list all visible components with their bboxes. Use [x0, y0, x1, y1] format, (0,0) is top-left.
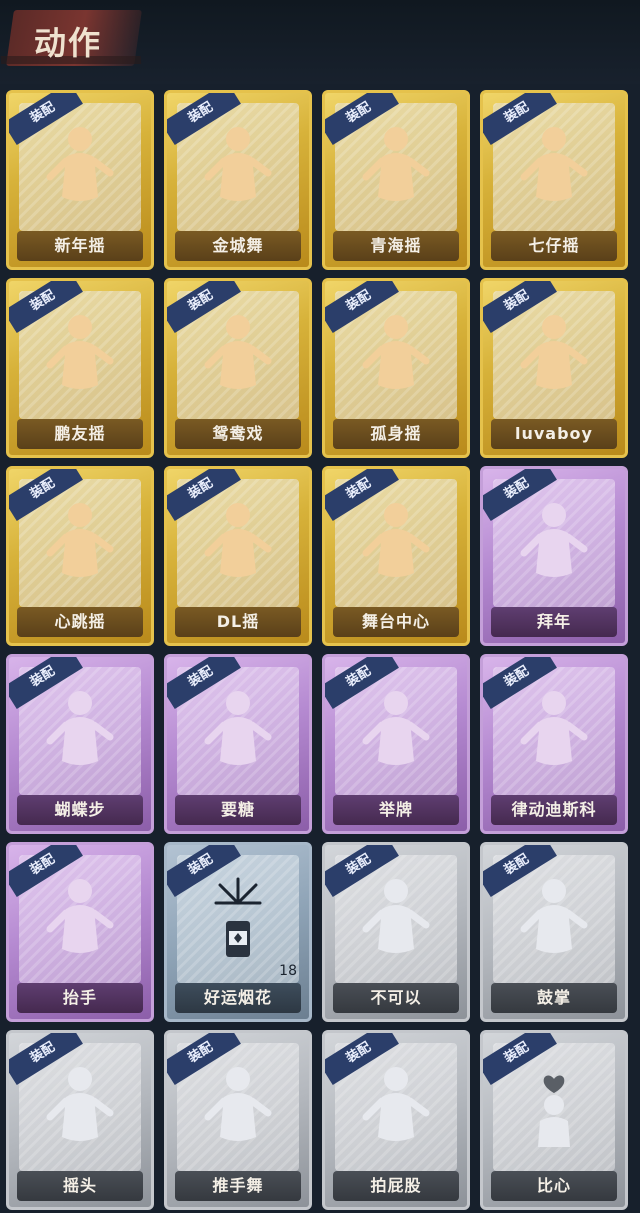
action-card[interactable]: 装配 不可以: [322, 842, 470, 1022]
action-name: 鸳鸯戏: [175, 419, 301, 449]
action-name: 摇头: [17, 1171, 143, 1201]
action-name: 新年摇: [17, 231, 143, 261]
action-card[interactable]: 装配 推手舞: [164, 1030, 312, 1210]
dance-figure-icon: [44, 309, 116, 401]
dance-figure-icon: [44, 497, 116, 589]
raise-hand-icon: [44, 873, 116, 965]
figure-icon: [360, 1061, 432, 1153]
action-card[interactable]: 装配 18 好运烟花: [164, 842, 312, 1022]
action-card[interactable]: 装配 舞台中心: [322, 466, 470, 646]
dance-figure-icon: [44, 121, 116, 213]
action-card[interactable]: 装配 举牌: [322, 654, 470, 834]
action-name: 七仔摇: [491, 231, 617, 261]
heart-hand-icon: [518, 1061, 590, 1153]
dance-figure-icon: [44, 685, 116, 777]
dance-figure-icon: [202, 497, 274, 589]
action-card[interactable]: 装配 比心: [480, 1030, 628, 1210]
action-name: 拍屁股: [333, 1171, 459, 1201]
dance-figure-icon: [202, 121, 274, 213]
action-name: 孤身摇: [333, 419, 459, 449]
action-name: 舞台中心: [333, 607, 459, 637]
action-card[interactable]: 装配 金城舞: [164, 90, 312, 270]
action-card[interactable]: 装配 鸳鸯戏: [164, 278, 312, 458]
clap-icon: [518, 873, 590, 965]
dance-figure-icon: [518, 121, 590, 213]
dance-figure-icon: [202, 309, 274, 401]
action-card[interactable]: 装配 要糖: [164, 654, 312, 834]
action-card[interactable]: 装配 摇头: [6, 1030, 154, 1210]
action-name: 金城舞: [175, 231, 301, 261]
action-card[interactable]: 装配 新年摇: [6, 90, 154, 270]
action-name: 蝴蝶步: [17, 795, 143, 825]
bow-figure-icon: [518, 497, 590, 589]
action-name: 推手舞: [175, 1171, 301, 1201]
header: 动作: [0, 0, 640, 84]
action-card[interactable]: 装配 鼓掌: [480, 842, 628, 1022]
finger-no-icon: [360, 873, 432, 965]
action-card[interactable]: 装配 抬手: [6, 842, 154, 1022]
action-card[interactable]: 装配 luvaboy: [480, 278, 628, 458]
page-title: 动作: [34, 24, 103, 62]
action-name: 鼓掌: [491, 983, 617, 1013]
action-card[interactable]: 装配 孤身摇: [322, 278, 470, 458]
action-card[interactable]: 装配 心跳摇: [6, 466, 154, 646]
figure-icon: [44, 1061, 116, 1153]
firework-icon: [202, 873, 274, 965]
sign-figure-icon: [360, 685, 432, 777]
action-card[interactable]: 装配 拍屁股: [322, 1030, 470, 1210]
action-card[interactable]: 装配 拜年: [480, 466, 628, 646]
action-name: 鹏友摇: [17, 419, 143, 449]
action-card[interactable]: 装配 青海摇: [322, 90, 470, 270]
action-name: 不可以: [333, 983, 459, 1013]
action-name: 律动迪斯科: [491, 795, 617, 825]
dance-figure-icon: [360, 121, 432, 213]
action-name: 拜年: [491, 607, 617, 637]
reach-figure-icon: [202, 685, 274, 777]
action-name: 举牌: [333, 795, 459, 825]
action-card[interactable]: 装配 律动迪斯科: [480, 654, 628, 834]
action-name: 要糖: [175, 795, 301, 825]
action-name: DL摇: [175, 607, 301, 637]
disco-figure-icon: [518, 685, 590, 777]
action-name: 比心: [491, 1171, 617, 1201]
item-count: 18: [279, 963, 297, 979]
action-name: 好运烟花: [175, 983, 301, 1013]
dance-figure-icon: [360, 309, 432, 401]
dance-figure-icon: [360, 497, 432, 589]
action-name: 青海摇: [333, 231, 459, 261]
action-name: 心跳摇: [17, 607, 143, 637]
action-grid: 装配 新年摇 装配 金城舞 装配 青海摇 装配 七仔摇装配 鹏友摇 装配 鸳鸯戏 装配 孤身摇 装配 luv…: [6, 90, 628, 1210]
action-name: 抬手: [17, 983, 143, 1013]
action-card[interactable]: 装配 DL摇: [164, 466, 312, 646]
action-card[interactable]: 装配 七仔摇: [480, 90, 628, 270]
action-name: luvaboy: [491, 419, 617, 449]
action-card[interactable]: 装配 鹏友摇: [6, 278, 154, 458]
action-card[interactable]: 装配 蝴蝶步: [6, 654, 154, 834]
dance-figure-icon: [518, 309, 590, 401]
figure-icon: [202, 1061, 274, 1153]
